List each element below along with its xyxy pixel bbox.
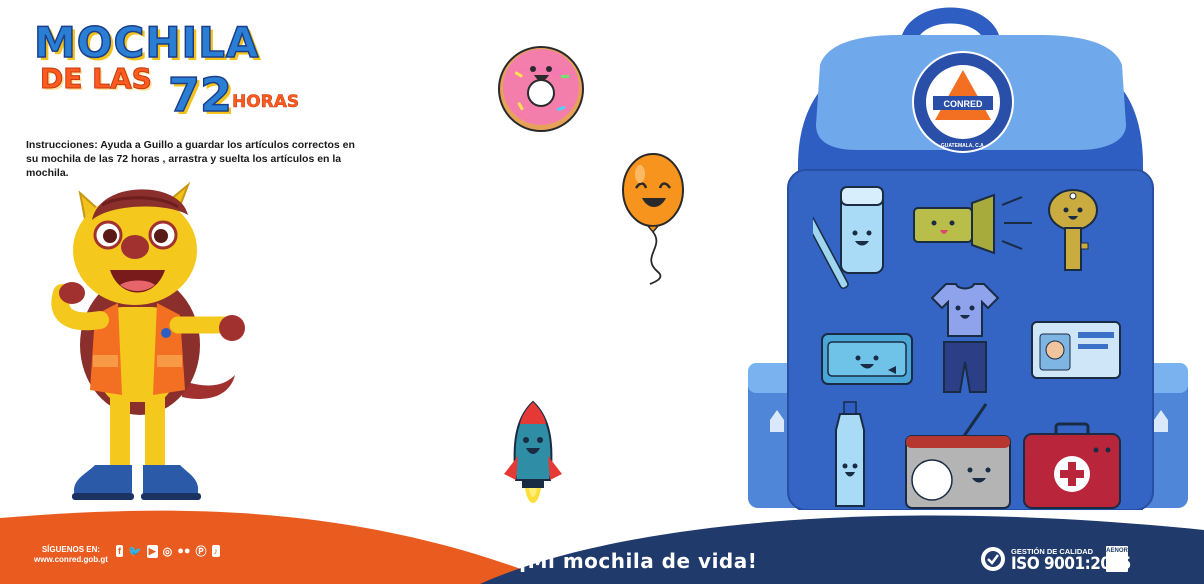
tiktok-icon[interactable]: ♪	[211, 545, 221, 557]
iso-logo-icon	[981, 547, 1005, 571]
flashlight-icon[interactable]	[912, 193, 1037, 255]
conred-badge-name: CONRED	[943, 99, 983, 109]
conred-badge: CONRED GUATEMALA, C.A.	[912, 51, 1014, 153]
social-links: f 🐦 ▶ ◎ ●● Ⓟ ♪	[116, 543, 221, 559]
website-link[interactable]: www.conred.gob.gt	[34, 555, 108, 565]
radio-icon[interactable]	[904, 400, 1012, 510]
toothbrush-toothpaste-icon[interactable]	[813, 185, 888, 293]
flickr-icon[interactable]: ●●	[177, 545, 190, 557]
water-bottle-icon[interactable]	[830, 400, 870, 510]
instagram-icon[interactable]: ◎	[163, 545, 173, 558]
guillo-armadillo-character	[51, 181, 245, 500]
aenor-label: AENOR	[1106, 548, 1128, 554]
conred-badge-location: GUATEMALA, C.A.	[941, 143, 986, 149]
title-de-las: DE LAS	[40, 62, 153, 96]
follow-us-block: SÍGUENOS EN: www.conred.gob.gt	[34, 545, 108, 565]
tshirt-pants-icon[interactable]	[930, 282, 1000, 394]
first-aid-kit-icon[interactable]	[1022, 422, 1122, 510]
aenor-badge: AENOR	[1106, 546, 1128, 572]
slogan: ¡Mi mochila de vida!	[518, 549, 758, 573]
title-72: 72	[167, 68, 233, 122]
pinterest-icon[interactable]: Ⓟ	[196, 543, 207, 559]
id-card-icon[interactable]	[1030, 320, 1122, 380]
title-mochila: MOCHILA	[33, 17, 260, 68]
twitter-icon[interactable]: 🐦	[128, 545, 142, 558]
donut-icon[interactable]	[497, 45, 585, 133]
canned-food-icon[interactable]	[820, 330, 914, 388]
follow-label: SÍGUENOS EN:	[41, 545, 101, 554]
key-icon[interactable]	[1044, 188, 1102, 273]
instructions-text: Instrucciones: Ayuda a Guillo a guardar …	[26, 139, 355, 179]
title-horas: HORAS	[232, 92, 300, 113]
youtube-icon[interactable]: ▶	[146, 544, 158, 558]
balloon-icon[interactable]	[620, 152, 690, 287]
facebook-icon[interactable]: f	[116, 545, 123, 557]
